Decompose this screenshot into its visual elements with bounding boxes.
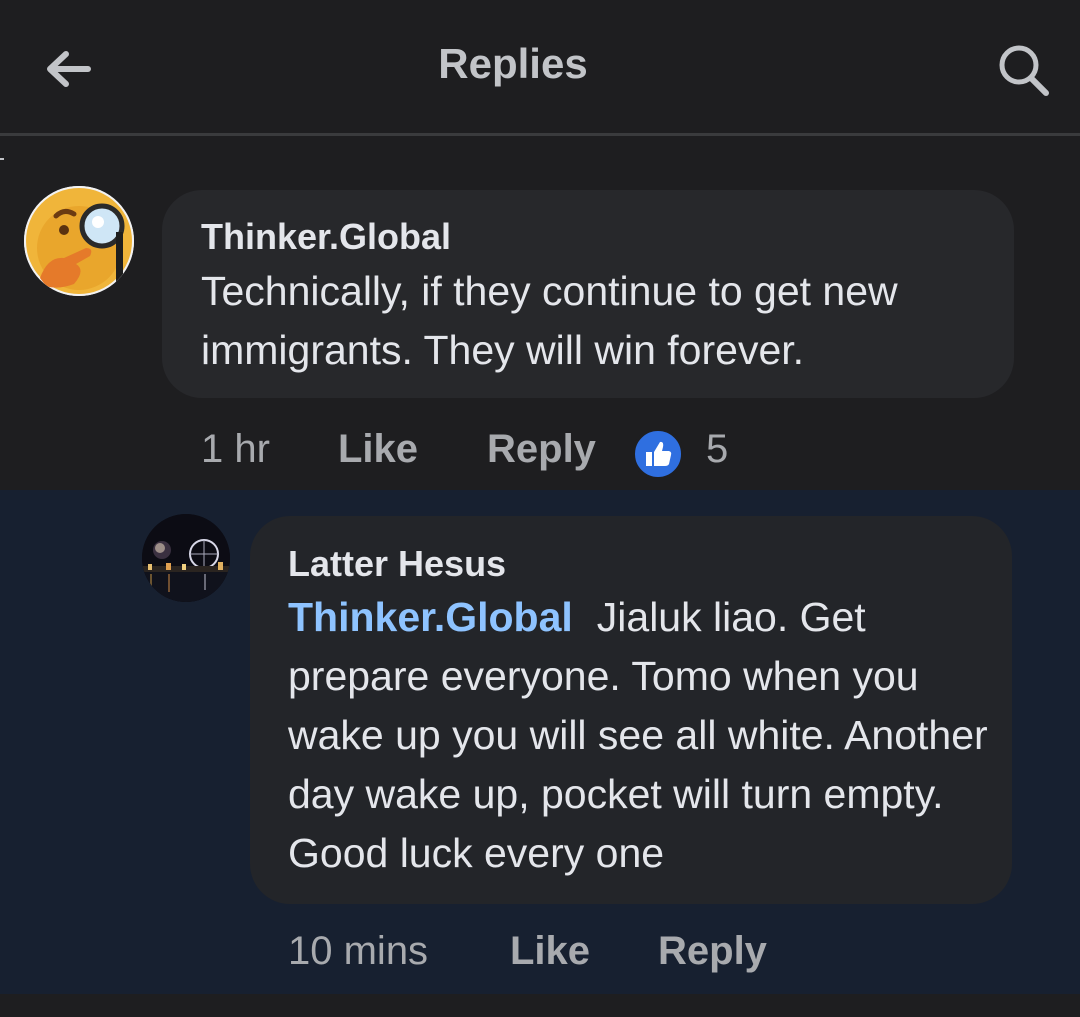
avatar[interactable] xyxy=(142,514,230,602)
search-icon xyxy=(999,45,1049,96)
mention-link[interactable]: Thinker.Global xyxy=(288,594,573,640)
thumbs-up-icon xyxy=(646,441,672,466)
comment-text: Technically, if they continue to get new… xyxy=(201,268,898,373)
thinking-face-icon xyxy=(24,186,134,296)
reply-time[interactable]: 10 mins xyxy=(288,929,428,974)
city-night-photo-icon xyxy=(142,514,230,602)
search-button[interactable] xyxy=(994,40,1054,100)
like-button[interactable]: Like xyxy=(510,929,590,974)
avatar[interactable] xyxy=(24,186,134,296)
reply-button[interactable]: Reply xyxy=(658,929,767,974)
top-bar: Replies xyxy=(0,0,1080,136)
divider-mark xyxy=(0,158,4,160)
page-title: Replies xyxy=(438,40,588,87)
reply-author[interactable]: Latter Hesus xyxy=(288,543,506,585)
reaction-count[interactable]: 5 xyxy=(706,427,728,472)
like-button[interactable]: Like xyxy=(338,427,418,472)
reply-body: Thinker.Global Jialuk liao. Get prepare e… xyxy=(288,588,988,883)
comment-time[interactable]: 1 hr xyxy=(201,427,270,472)
comment-author[interactable]: Thinker.Global xyxy=(201,216,451,258)
reactions-indicator[interactable] xyxy=(632,428,684,480)
reply-button[interactable]: Reply xyxy=(487,427,596,472)
